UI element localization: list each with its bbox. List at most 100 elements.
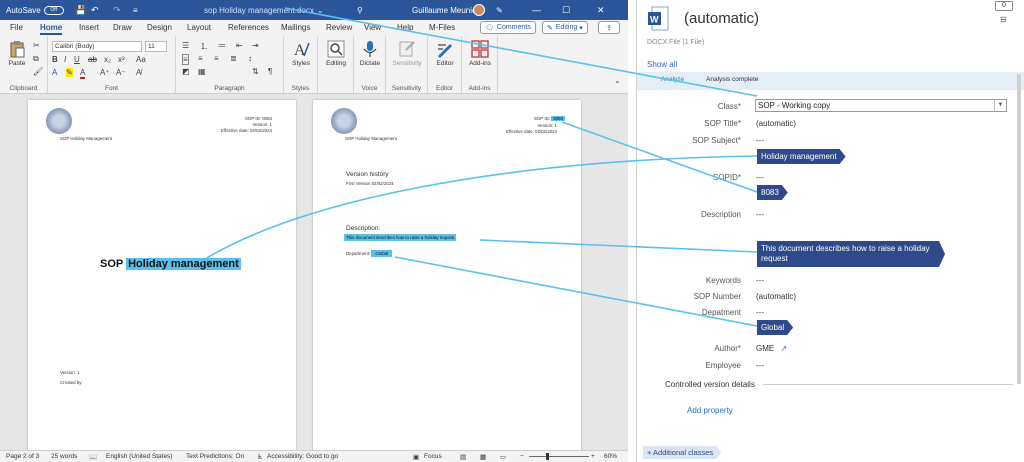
decrease-indent-icon[interactable]: ⇤: [236, 41, 243, 50]
align-right-icon[interactable]: ≡: [214, 54, 219, 63]
strikethrough-icon[interactable]: ab: [88, 55, 97, 64]
tab-help[interactable]: Help: [397, 23, 413, 32]
borders-icon[interactable]: ▦: [198, 67, 206, 76]
format-painter-icon[interactable]: 🖌: [33, 67, 43, 76]
language[interactable]: English (United States): [106, 453, 172, 460]
editing-button[interactable]: Editing: [319, 40, 353, 67]
page-count[interactable]: Page 2 of 3: [6, 453, 39, 460]
restore-icon[interactable]: ☐: [562, 0, 570, 20]
multilevel-list-icon[interactable]: ≔: [218, 41, 226, 50]
align-center-icon[interactable]: ≡: [198, 54, 203, 63]
shrink-font-icon[interactable]: A⁻: [116, 68, 126, 77]
focus-icon[interactable]: ▣: [413, 453, 419, 461]
sopid-suggestion-chip[interactable]: 8083: [757, 185, 788, 200]
tab-design[interactable]: Design: [147, 23, 172, 32]
shading-icon[interactable]: ◩: [182, 67, 190, 76]
font-size-select[interactable]: 11: [145, 41, 167, 52]
search-icon[interactable]: ⚲: [357, 0, 363, 20]
sop-id-highlight[interactable]: 8083: [551, 116, 565, 121]
pin-icon[interactable]: ⊟: [1000, 15, 1007, 24]
department-highlight[interactable]: Global: [371, 250, 393, 257]
close-icon[interactable]: ✕: [597, 0, 605, 20]
bullets-icon[interactable]: ☰: [182, 41, 189, 50]
redo-icon[interactable]: ↷: [113, 0, 121, 20]
department-suggestion-chip[interactable]: Global: [757, 320, 793, 335]
tab-file[interactable]: File: [10, 23, 23, 32]
paste-button[interactable]: Paste: [0, 40, 34, 67]
zoom-slider-thumb[interactable]: [546, 453, 549, 460]
undo-icon[interactable]: ↶: [91, 0, 99, 20]
tab-analyze[interactable]: Analyze: [661, 76, 684, 83]
underline-icon[interactable]: U: [74, 55, 80, 64]
description-value[interactable]: ---: [756, 210, 764, 219]
line-spacing-icon[interactable]: ↕: [248, 54, 252, 63]
font-name-select[interactable]: Calibri (Body): [52, 41, 142, 52]
main-title-highlight[interactable]: Holiday management: [126, 258, 241, 270]
autosave-toggle[interactable]: Off: [43, 5, 64, 15]
editing-mode-button[interactable]: ✎ Editing ▾: [542, 21, 588, 34]
comments-button[interactable]: 🗨 Comments: [480, 21, 536, 34]
tab-view[interactable]: View: [364, 23, 381, 32]
tab-home[interactable]: Home: [40, 23, 63, 35]
keywords-value[interactable]: ---: [756, 276, 764, 285]
bold-icon[interactable]: B: [52, 55, 58, 64]
text-predictions[interactable]: Text Predictions: On: [186, 453, 244, 460]
tab-insert[interactable]: Insert: [79, 23, 99, 32]
read-mode-icon[interactable]: ▤: [460, 453, 466, 461]
increase-indent-icon[interactable]: ⇥: [252, 41, 259, 50]
sort-icon[interactable]: ⇅: [252, 67, 259, 76]
customize-qat-icon[interactable]: ≡: [133, 0, 138, 20]
sopid-value[interactable]: ---: [756, 173, 764, 182]
tab-review[interactable]: Review: [326, 23, 352, 32]
sop-title-value[interactable]: (automatic): [756, 119, 796, 128]
justify-icon[interactable]: ≣: [230, 54, 237, 63]
proofing-icon[interactable]: 📖: [89, 453, 97, 461]
external-link-icon[interactable]: ↗: [780, 344, 787, 353]
zoom-in-icon[interactable]: +: [591, 453, 595, 460]
sensitivity-button[interactable]: Sensitivity: [390, 40, 424, 67]
tab-layout[interactable]: Layout: [187, 23, 211, 32]
save-icon[interactable]: 💾: [75, 0, 86, 20]
notification-badge[interactable]: 0: [995, 1, 1013, 11]
scrollbar[interactable]: [1017, 74, 1021, 384]
superscript-icon[interactable]: x²: [118, 55, 125, 64]
zoom-out-icon[interactable]: −: [520, 453, 524, 460]
cut-icon[interactable]: ✂: [33, 41, 40, 50]
additional-classes-button[interactable]: + Additional classes: [643, 446, 721, 459]
font-color-icon[interactable]: A: [80, 68, 86, 79]
sop-subject-value[interactable]: ---: [756, 136, 764, 145]
zoom-slider[interactable]: [529, 456, 589, 457]
dictate-button[interactable]: Dictate: [353, 40, 387, 67]
highlighter-icon[interactable]: ✎: [66, 68, 73, 77]
numbering-icon[interactable]: ⒈: [200, 41, 208, 52]
print-layout-icon[interactable]: ▦: [480, 453, 486, 461]
avatar[interactable]: [473, 4, 485, 16]
show-all-link[interactable]: Show all: [647, 60, 677, 69]
tab-mailings[interactable]: Mailings: [281, 23, 310, 32]
tab-m-files[interactable]: M-Files: [429, 23, 455, 32]
employee-value[interactable]: ---: [756, 361, 764, 370]
clear-format-icon[interactable]: A̸: [136, 68, 141, 77]
author-value[interactable]: GME ↗: [756, 344, 787, 353]
zoom-level[interactable]: 60%: [604, 453, 617, 460]
accessibility-icon[interactable]: ♿: [257, 453, 263, 461]
class-select[interactable]: SOP - Working copy ▼: [755, 99, 1007, 112]
description-suggestion-chip[interactable]: This document describes how to raise a h…: [757, 241, 945, 267]
sop-subject-suggestion-chip[interactable]: Holiday management: [757, 149, 846, 164]
accessibility-status[interactable]: Accessibility: Good to go: [267, 453, 338, 460]
description-highlight[interactable]: This document describes how to raise a h…: [344, 234, 457, 241]
word-count[interactable]: 25 words: [51, 453, 77, 460]
minimize-icon[interactable]: —: [532, 0, 541, 20]
collapse-ribbon-icon[interactable]: ⌃: [614, 80, 621, 89]
focus-mode[interactable]: Focus: [424, 453, 442, 460]
pen-icon[interactable]: ✎: [496, 0, 503, 20]
editor-button[interactable]: Editor: [428, 40, 462, 67]
sop-number-value[interactable]: (automatic): [756, 292, 796, 301]
styles-button[interactable]: A Styles: [284, 40, 318, 67]
change-case-icon[interactable]: Aa: [136, 55, 146, 64]
add-ins-button[interactable]: Add-ins: [463, 40, 497, 67]
text-effects-icon[interactable]: A: [52, 68, 57, 77]
subscript-icon[interactable]: x₂: [104, 55, 111, 64]
copy-icon[interactable]: ⧉: [33, 54, 39, 64]
grow-font-icon[interactable]: A⁺: [100, 68, 110, 77]
